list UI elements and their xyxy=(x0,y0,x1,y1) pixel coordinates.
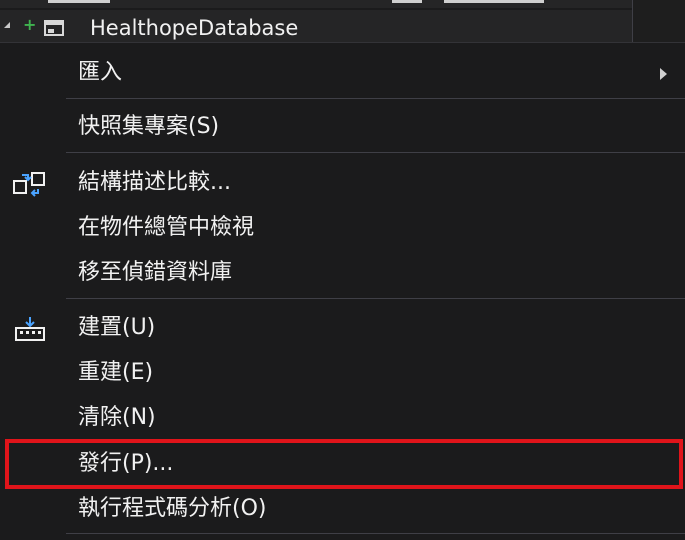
publish-highlight-annotation xyxy=(5,439,683,489)
menu-item-import[interactable]: 匯入 xyxy=(0,53,685,93)
menu-item-go-to-debug-database[interactable]: 移至偵錯資料庫 xyxy=(0,253,685,293)
menu-item-label: 快照集專案(S) xyxy=(78,114,220,139)
menu-item-label: 匯入 xyxy=(78,60,123,85)
database-project-icon xyxy=(44,20,64,36)
menu-separator xyxy=(66,298,685,299)
menu-item-label: 重建(E) xyxy=(78,360,154,385)
editor-gutter xyxy=(632,0,685,42)
expand-collapse-icon[interactable] xyxy=(4,22,10,28)
menu-item-build[interactable]: 建置(U) xyxy=(0,308,685,348)
menu-item-view-in-object-explorer[interactable]: 在物件總管中檢視 xyxy=(0,208,685,248)
menu-item-label: 結構描述比較... xyxy=(78,170,231,195)
project-title[interactable]: HealthopeDatabase xyxy=(90,14,298,42)
menu-item-label: 在物件總管中檢視 xyxy=(78,215,255,240)
solution-tree-project-row[interactable]: + HealthopeDatabase xyxy=(0,10,632,42)
menu-item-clean[interactable]: 清除(N) xyxy=(0,398,685,438)
menu-item-schema-compare[interactable]: 結構描述比較... xyxy=(0,163,685,203)
submenu-arrow-icon xyxy=(660,68,667,80)
clipped-row-above xyxy=(0,0,685,8)
menu-item-rebuild[interactable]: 重建(E) xyxy=(0,353,685,393)
menu-item-label: 建置(U) xyxy=(78,315,156,340)
menu-item-label: 移至偵錯資料庫 xyxy=(78,260,233,285)
menu-item-label: 清除(N) xyxy=(78,405,156,430)
menu-separator xyxy=(66,98,685,99)
build-icon xyxy=(12,316,48,342)
menu-item-run-code-analysis[interactable]: 執行程式碼分析(O) xyxy=(0,489,685,529)
menu-separator xyxy=(66,152,685,153)
schema-compare-icon xyxy=(12,171,48,197)
screenshot-root: + HealthopeDatabase 匯入 快照集專案(S) 結構描述比較..… xyxy=(0,0,685,540)
menu-separator xyxy=(66,533,685,534)
pending-add-icon: + xyxy=(23,15,37,34)
menu-item-label: 執行程式碼分析(O) xyxy=(78,496,267,521)
menu-item-snapshot-project[interactable]: 快照集專案(S) xyxy=(0,107,685,147)
